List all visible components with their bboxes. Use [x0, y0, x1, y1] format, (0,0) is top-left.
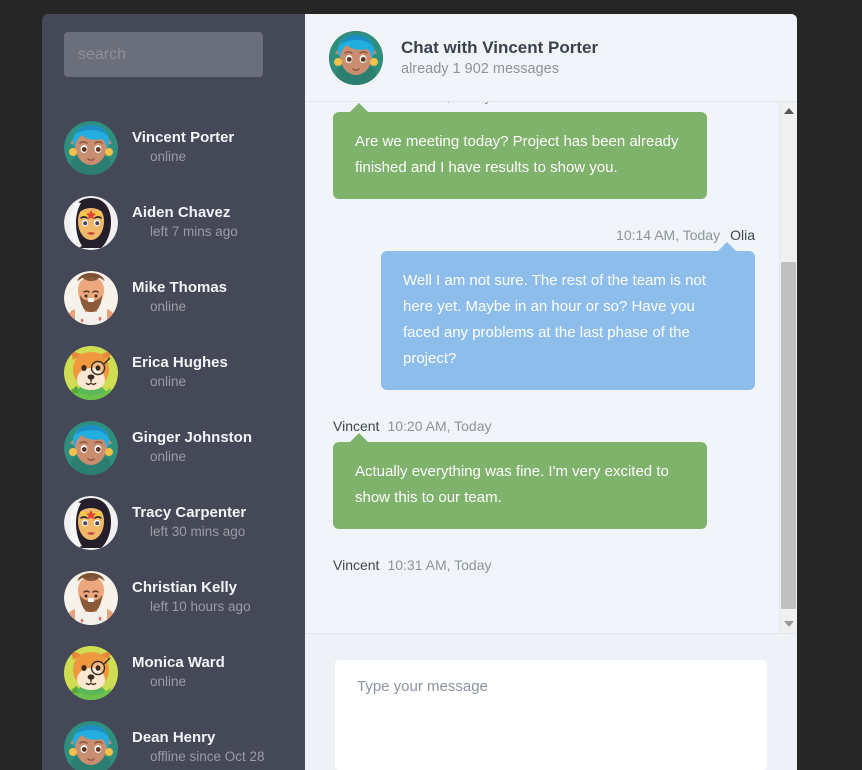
- message-time: 10:12 AM, Today: [387, 102, 491, 104]
- chat-panel: Chat with Vincent Porter already 1 902 m…: [305, 14, 797, 770]
- contact-text: Vincent Porter online: [132, 128, 234, 167]
- bearded-man-avatar-icon: [64, 571, 118, 625]
- search-input[interactable]: [64, 32, 263, 77]
- contact-status: offline since Oct 28: [150, 749, 265, 764]
- message-time: 10:14 AM, Today: [616, 227, 721, 243]
- contact-status: online: [150, 374, 187, 389]
- contact-status: left 10 hours ago: [150, 599, 251, 614]
- messages-list: Vincent10:12 AM, Today Are we meeting to…: [305, 102, 779, 633]
- elf-avatar-icon: [64, 721, 118, 770]
- message-author: Vincent: [333, 557, 380, 573]
- contact-status: online: [150, 449, 187, 464]
- contact-name: Erica Hughes: [132, 354, 228, 371]
- contact-name: Dean Henry: [132, 729, 216, 746]
- scroll-up-arrow-icon[interactable]: [780, 102, 797, 120]
- contact-item-monica-ward[interactable]: Monica Ward online: [64, 635, 283, 710]
- contact-name: Monica Ward: [132, 654, 225, 671]
- message-meta: Vincent10:12 AM, Today: [333, 102, 755, 106]
- message-author: Olia: [730, 227, 755, 243]
- message-time: 10:31 AM, Today: [387, 557, 492, 573]
- contact-name: Tracy Carpenter: [132, 504, 247, 521]
- chat-header: Chat with Vincent Porter already 1 902 m…: [305, 14, 797, 102]
- message-meta: 10:14 AM, Today Olia: [333, 225, 755, 245]
- contact-name: Christian Kelly: [132, 579, 238, 596]
- message-bubble-outgoing: Well I am not sure. The rest of the team…: [381, 242, 755, 390]
- dog-avatar-icon: [64, 646, 118, 700]
- scroll-down-arrow-icon[interactable]: [780, 615, 797, 633]
- message-author: Vincent: [333, 418, 380, 434]
- chat-header-text: Chat with Vincent Porter already 1 902 m…: [401, 37, 598, 79]
- contact-item-mike-thomas[interactable]: Mike Thomas online: [64, 260, 283, 335]
- contact-name: Aiden Chavez: [132, 204, 231, 221]
- contact-text: Monica Ward online: [132, 653, 225, 692]
- scrollbar-thumb[interactable]: [781, 262, 796, 609]
- message-time: 10:20 AM, Today: [387, 418, 492, 434]
- contact-item-aiden-chavez[interactable]: Aiden Chavez left 7 mins ago: [64, 185, 283, 260]
- elf-avatar-icon: [64, 421, 118, 475]
- contact-text: Aiden Chavez left 7 mins ago: [132, 203, 238, 242]
- elf-avatar-icon: [329, 31, 383, 85]
- message-bubble-incoming: Are we meeting today? Project has been a…: [333, 103, 707, 199]
- warrior-avatar-icon: [64, 196, 118, 250]
- contact-name: Vincent Porter: [132, 129, 235, 146]
- contact-status: left 30 mins ago: [150, 524, 246, 539]
- contact-text: Tracy Carpenter left 30 mins ago: [132, 503, 246, 542]
- contact-item-vincent-porter[interactable]: Vincent Porter online: [64, 110, 283, 185]
- contact-item-erica-hughes[interactable]: Erica Hughes online: [64, 335, 283, 410]
- contacts-sidebar: Vincent Porter online Aiden Chavez left …: [42, 14, 305, 770]
- elf-avatar-icon: [64, 121, 118, 175]
- message-bubble-incoming: Actually everything was fine. I'm very e…: [333, 433, 707, 529]
- chat-application-window: Vincent Porter online Aiden Chavez left …: [42, 14, 797, 770]
- chat-title: Chat with Vincent Porter: [401, 37, 599, 57]
- contact-item-dean-henry[interactable]: Dean Henry offline since Oct 28: [64, 710, 283, 770]
- message-count: already 1 902 messages: [401, 60, 559, 77]
- contact-text: Mike Thomas online: [132, 278, 227, 317]
- message-input[interactable]: [335, 660, 767, 770]
- contact-status: online: [150, 299, 187, 314]
- contact-item-tracy-carpenter[interactable]: Tracy Carpenter left 30 mins ago: [64, 485, 283, 560]
- contact-text: Dean Henry offline since Oct 28: [132, 728, 265, 767]
- contact-status: online: [150, 149, 187, 164]
- contact-name: Ginger Johnston: [132, 429, 252, 446]
- warrior-avatar-icon: [64, 496, 118, 550]
- message-composer: [305, 633, 797, 770]
- messages-area: Vincent10:12 AM, Today Are we meeting to…: [305, 102, 797, 633]
- contact-status: left 7 mins ago: [150, 224, 238, 239]
- message-meta: Vincent 10:31 AM, Today: [333, 555, 755, 575]
- dog-avatar-icon: [64, 346, 118, 400]
- contact-name: Mike Thomas: [132, 279, 228, 296]
- contact-text: Erica Hughes online: [132, 353, 228, 392]
- contact-item-christian-kelly[interactable]: Christian Kelly left 10 hours ago: [64, 560, 283, 635]
- contact-text: Christian Kelly left 10 hours ago: [132, 578, 251, 617]
- contact-text: Ginger Johnston online: [132, 428, 252, 467]
- contact-item-ginger-johnston[interactable]: Ginger Johnston online: [64, 410, 283, 485]
- messages-scrollbar[interactable]: [779, 102, 797, 633]
- bearded-man-avatar-icon: [64, 271, 118, 325]
- message-meta: Vincent 10:20 AM, Today: [333, 416, 755, 436]
- contact-status: online: [150, 674, 187, 689]
- contact-list: Vincent Porter online Aiden Chavez left …: [64, 110, 283, 770]
